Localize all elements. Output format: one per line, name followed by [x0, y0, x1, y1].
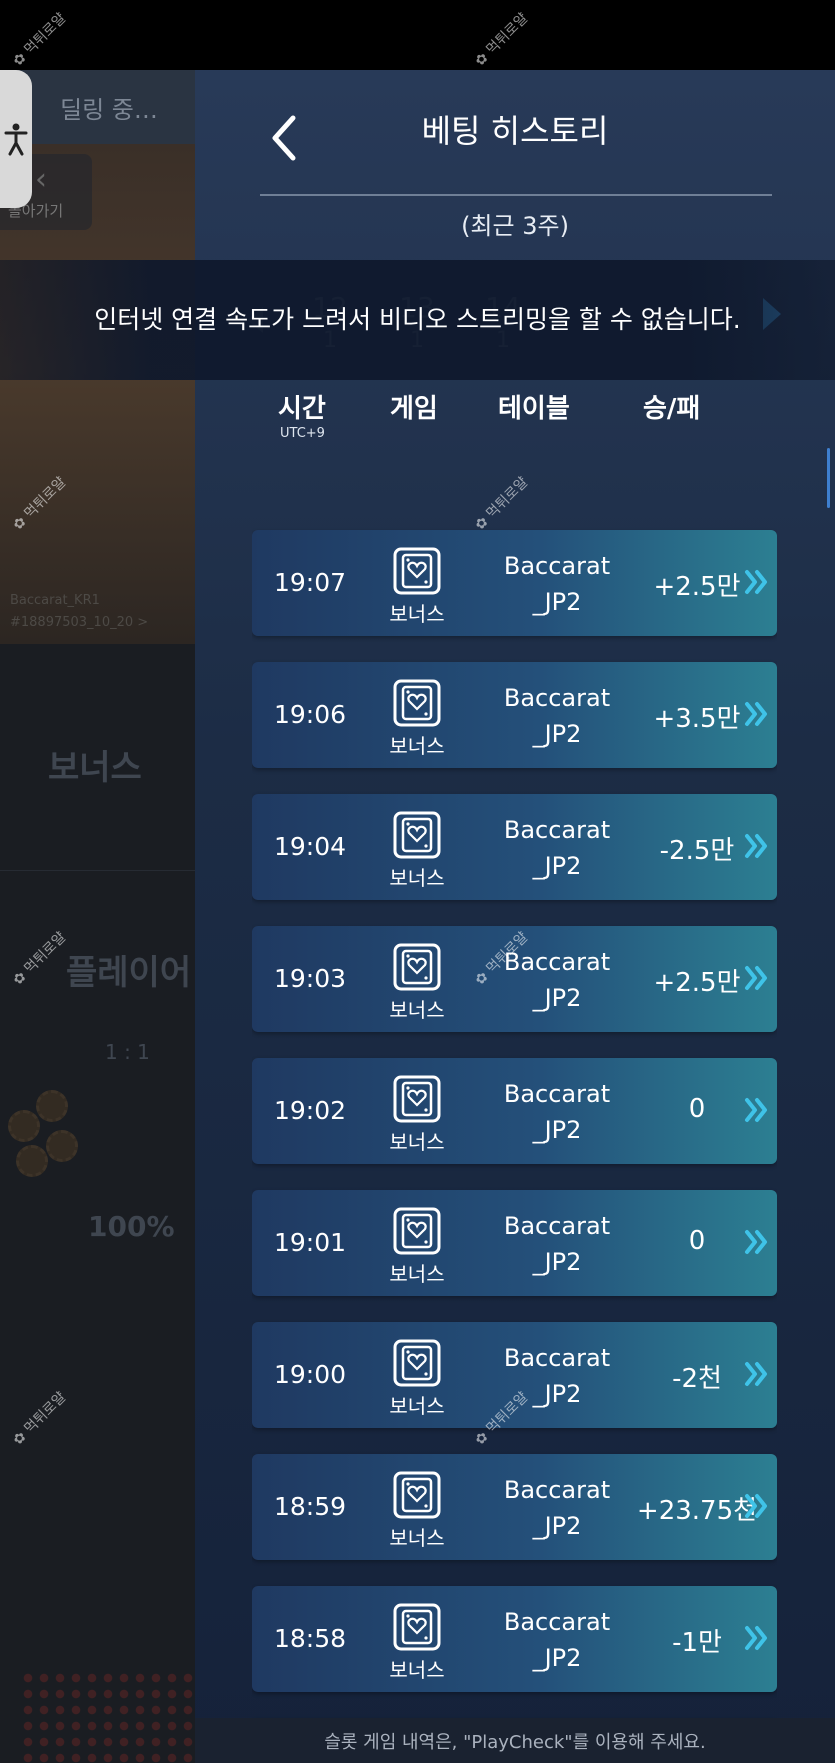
row-table: Baccarat _JP2: [503, 816, 611, 880]
row-time: 18:59: [274, 1492, 347, 1521]
header-timezone: UTC+9: [280, 426, 325, 441]
history-list: 19:07 보너스 Baccarat _JP2 +2.5만 19:06 보너스 Baccara…: [252, 460, 777, 1728]
background-bonus-label: 보너스: [48, 748, 142, 788]
bonus-card-icon: [393, 547, 441, 595]
divider: [260, 194, 772, 196]
row-game: 보너스: [389, 1262, 445, 1286]
bonus-card-icon: [393, 1603, 441, 1651]
row-time: 18:58: [274, 1624, 347, 1653]
background-table-id: Baccarat_KR1 #18897503_10_20 >: [10, 593, 149, 630]
bonus-card-icon: [393, 1471, 441, 1519]
row-time: 19:00: [274, 1360, 347, 1389]
row-time: 19:02: [274, 1096, 347, 1125]
bonus-card-icon: [393, 679, 441, 727]
row-table: Baccarat _JP2: [503, 1212, 611, 1276]
row-time: 19:04: [274, 832, 347, 861]
row-game: 보너스: [389, 734, 445, 758]
bonus-card-icon: [393, 811, 441, 859]
connection-warning-banner: 인터넷 연결 속도가 느려서 비디오 스트리밍을 할 수 없습니다.: [0, 260, 835, 380]
divider: [0, 870, 195, 871]
header-game: 게임: [390, 394, 438, 424]
row-time: 19:03: [274, 964, 347, 993]
header-result: 승/패: [643, 394, 701, 424]
header-table: 테이블: [498, 394, 570, 424]
accessibility-button[interactable]: [0, 70, 32, 208]
footer: 슬롯 게임 내역은, "PlayCheck"를 이용해 주세요.: [195, 1718, 835, 1763]
row-table: Baccarat _JP2: [503, 684, 611, 748]
row-time: 19:01: [274, 1228, 347, 1257]
history-row[interactable]: 19:06 보너스 Baccarat _JP2 +3.5만: [252, 662, 777, 768]
double-chevron-right-icon[interactable]: [744, 1492, 770, 1520]
footer-note: 슬롯 게임 내역은, "PlayCheck"를 이용해 주세요.: [324, 1732, 706, 1753]
row-game: 보너스: [389, 602, 445, 626]
dealing-status: 딜링 중…: [60, 96, 158, 124]
row-time: 19:06: [274, 700, 347, 729]
double-chevron-right-icon[interactable]: [744, 1096, 770, 1124]
header-time: 시간: [278, 394, 326, 424]
background-percent: 100%: [88, 1210, 175, 1243]
row-game: 보너스: [389, 998, 445, 1022]
double-chevron-right-icon[interactable]: [744, 964, 770, 992]
row-game: 보너스: [389, 1526, 445, 1550]
row-game: 보너스: [389, 1130, 445, 1154]
double-chevron-right-icon[interactable]: [744, 1360, 770, 1388]
row-game: 보너스: [389, 1658, 445, 1682]
chevron-left-icon: ‹: [35, 162, 47, 197]
history-row[interactable]: 18:58 보너스 Baccarat _JP2 -1만: [252, 1586, 777, 1692]
history-row[interactable]: 19:01 보너스 Baccarat _JP2 0: [252, 1190, 777, 1296]
row-table: Baccarat _JP2: [503, 552, 611, 616]
background-roadmap: [20, 1670, 195, 1763]
history-row[interactable]: 19:02 보너스 Baccarat _JP2 0: [252, 1058, 777, 1164]
connection-warning-text: 인터넷 연결 속도가 느려서 비디오 스트리밍을 할 수 없습니다.: [94, 305, 741, 334]
double-chevron-right-icon[interactable]: [744, 568, 770, 596]
scrollbar[interactable]: [827, 448, 830, 508]
background-player-label: 플레이어: [66, 953, 192, 993]
double-chevron-right-icon[interactable]: [744, 832, 770, 860]
page-title: 베팅 히스토리: [421, 112, 609, 150]
row-table: Baccarat _JP2: [503, 1608, 611, 1672]
history-row[interactable]: 19:07 보너스 Baccarat _JP2 +2.5만: [252, 530, 777, 636]
background-ratio: 1 : 1: [105, 1040, 150, 1064]
double-chevron-right-icon[interactable]: [744, 700, 770, 728]
row-table: Baccarat _JP2: [503, 1080, 611, 1144]
row-time: 19:07: [274, 568, 347, 597]
row-table: Baccarat _JP2: [503, 1476, 611, 1540]
history-row[interactable]: 18:59 보너스 Baccarat _JP2 +23.75천: [252, 1454, 777, 1560]
bonus-card-icon: [393, 1339, 441, 1387]
bonus-card-icon: [393, 1207, 441, 1255]
history-row[interactable]: 19:04 보너스 Baccarat _JP2 -2.5만: [252, 794, 777, 900]
period-subtitle: (최근 3주): [461, 212, 569, 240]
chip-stack-icon: [6, 1090, 86, 1180]
double-chevron-right-icon[interactable]: [744, 1624, 770, 1652]
row-game: 보너스: [389, 1394, 445, 1418]
row-game: 보너스: [389, 866, 445, 890]
double-chevron-right-icon[interactable]: [744, 1228, 770, 1256]
status-bar: [0, 0, 835, 70]
accessibility-icon: [4, 123, 28, 156]
bonus-card-icon: [393, 943, 441, 991]
bonus-card-icon: [393, 1075, 441, 1123]
